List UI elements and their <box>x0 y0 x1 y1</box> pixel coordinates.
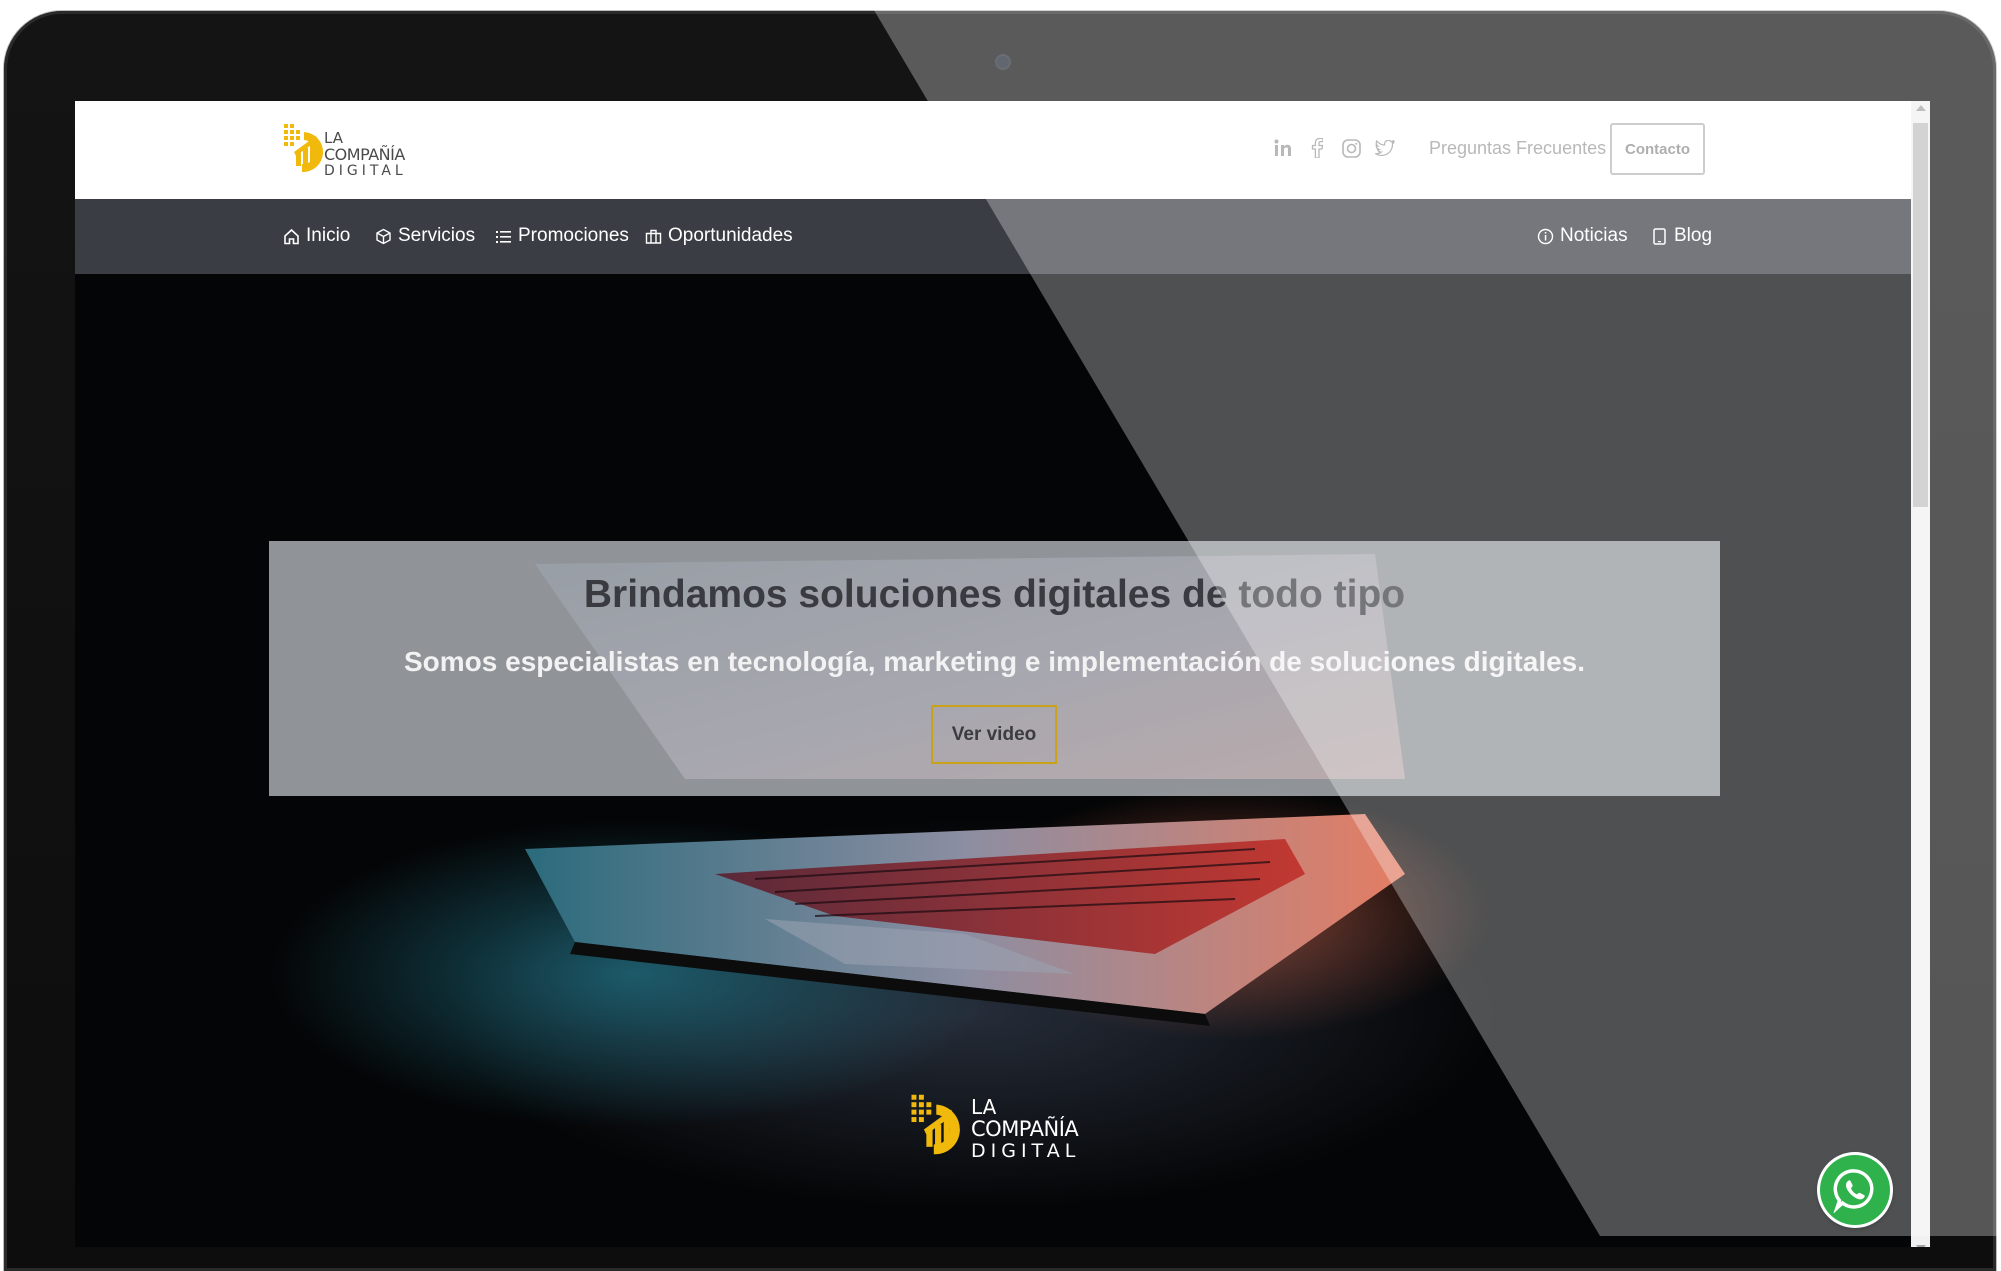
nav-item-noticias[interactable]: Noticias <box>1537 225 1628 247</box>
nav-label-noticias: Noticias <box>1560 225 1628 246</box>
watch-video-button[interactable]: Ver video <box>931 705 1057 764</box>
hero-logo: LA COMPAÑÍA DIGITAL <box>909 1089 1089 1165</box>
nav-item-blog[interactable]: Blog <box>1651 225 1712 247</box>
briefcase-icon <box>645 229 662 244</box>
laptop-bezel: LA COMPAÑÍA DIGITAL Preguntas Frecuentes… <box>4 11 1996 1271</box>
nav-label-servicios: Servicios <box>398 225 476 246</box>
nav-item-servicios[interactable]: Servicios <box>375 225 475 247</box>
tablet-icon <box>1653 227 1666 245</box>
nav-label-oportunidades: Oportunidades <box>668 225 793 246</box>
home-icon <box>284 228 299 244</box>
logo-wordmark: LA COMPAÑÍA DIGITAL <box>324 129 407 179</box>
hero-title: Brindamos soluciones digitales de todo t… <box>583 573 1406 616</box>
nav-label-blog: Blog <box>1674 225 1713 246</box>
hero-banner: Brindamos soluciones digitales de todo t… <box>269 541 1720 796</box>
list-icon <box>496 230 511 243</box>
hero-section: Brindamos soluciones digitales de todo t… <box>75 274 1911 1247</box>
browser-screen: LA COMPAÑÍA DIGITAL Preguntas Frecuentes… <box>75 101 1930 1247</box>
hero-logo-wordmark: LA COMPAÑÍA DIGITAL <box>971 1097 1080 1161</box>
top-header: LA COMPAÑÍA DIGITAL Preguntas Frecuentes… <box>75 101 1911 199</box>
contact-button[interactable]: Contacto <box>1610 123 1705 175</box>
nav-label-promociones: Promociones <box>518 225 629 246</box>
faq-link[interactable]: Preguntas Frecuentes <box>1429 138 1606 159</box>
nav-label-inicio: Inicio <box>306 225 351 246</box>
whatsapp-button[interactable] <box>1820 1155 1890 1225</box>
facebook-icon[interactable] <box>1307 137 1327 159</box>
instagram-icon[interactable] <box>1341 137 1361 159</box>
logo-line-1: LA <box>324 129 343 147</box>
whatsapp-icon <box>1833 1169 1874 1213</box>
scroll-down-arrow-icon[interactable] <box>1916 1245 1926 1247</box>
linkedin-icon[interactable] <box>1273 137 1293 159</box>
twitter-icon[interactable] <box>1375 137 1395 159</box>
social-links <box>1273 137 1395 159</box>
nav-item-oportunidades[interactable]: Oportunidades <box>645 225 793 247</box>
hero-logo-mark-icon <box>911 1094 960 1155</box>
logo-line-2: COMPAÑÍA <box>324 145 405 164</box>
hero-subtitle: Somos especialistas en tecnología, marke… <box>403 646 1586 677</box>
hero-logo-line-1: LA <box>971 1095 997 1119</box>
scroll-up-arrow-icon[interactable] <box>1916 105 1926 111</box>
vertical-scrollbar[interactable] <box>1911 101 1930 1247</box>
header-logo[interactable]: LA COMPAÑÍA DIGITAL <box>282 122 422 178</box>
nav-item-promociones[interactable]: Promociones <box>495 225 629 247</box>
nav-item-inicio[interactable]: Inicio <box>283 225 350 247</box>
logo-line-3: DIGITAL <box>324 163 407 179</box>
info-icon <box>1537 228 1554 244</box>
camera-dot <box>997 56 1009 68</box>
hero-logo-line-2: COMPAÑÍA <box>971 1117 1079 1141</box>
scroll-thumb[interactable] <box>1913 123 1928 507</box>
box-icon <box>376 228 391 244</box>
hero-logo-line-3: DIGITAL <box>971 1140 1081 1162</box>
main-navbar: Inicio Servicios Promociones Oportunidad… <box>75 199 1911 274</box>
